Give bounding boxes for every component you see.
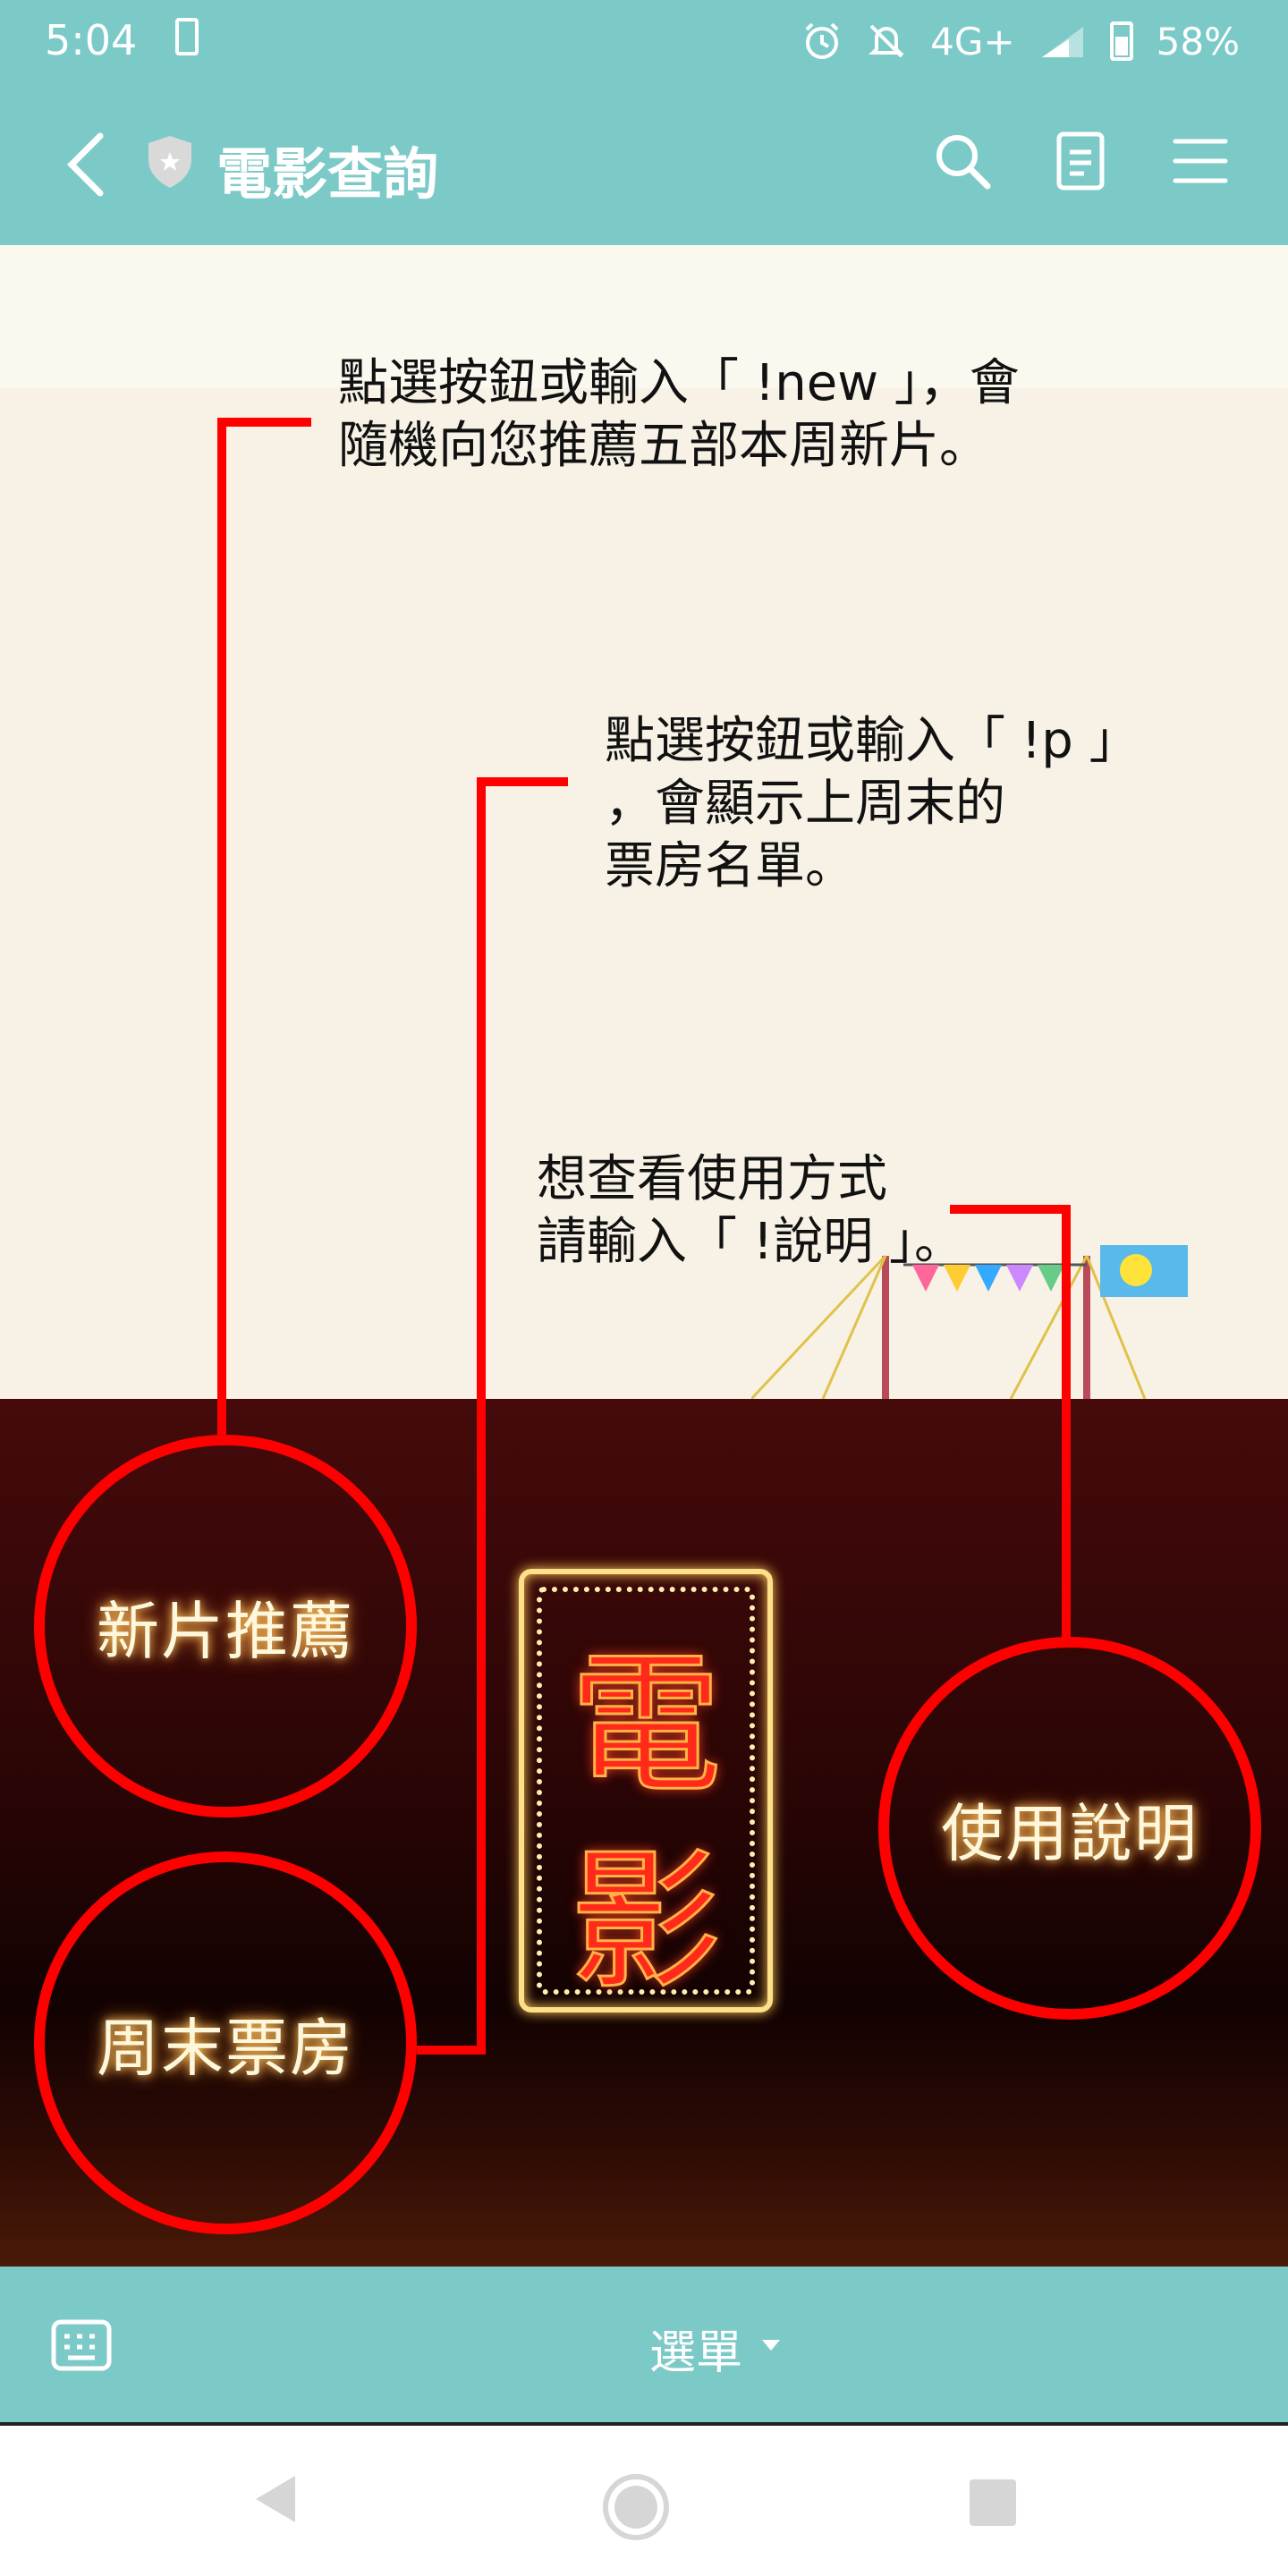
box-office-button[interactable]: 周末票房 xyxy=(34,1852,417,2234)
help-label: 使用說明 xyxy=(941,1796,1199,1870)
new-movies-button[interactable]: 新片推薦 xyxy=(34,1435,417,1818)
box-office-label: 周末票房 xyxy=(97,2011,354,2085)
status-bar: 5:04 4G+ 58% xyxy=(0,0,1288,82)
marquee-char-2: 影 xyxy=(568,1833,723,2012)
sim-icon xyxy=(175,18,199,55)
note-help: 想查看使用方式 請輸入「 !說明 」。 xyxy=(537,1150,965,1271)
menu-toggle-label[interactable]: 選單 xyxy=(649,2315,742,2382)
network-type: 4G+ xyxy=(930,19,1015,64)
back-icon[interactable] xyxy=(55,129,118,200)
caret-down-icon[interactable] xyxy=(762,2340,780,2351)
help-button[interactable]: 使用說明 xyxy=(878,1637,1261,2020)
rich-menu-panel: 點選按鈕或輸入「 !new 」，會 隨機向您推薦五部本周新片。 點選按鈕或輸入「… xyxy=(0,245,1288,2267)
keyboard-icon[interactable] xyxy=(50,2317,113,2374)
alarm-icon xyxy=(805,22,839,59)
chat-menu-bar: 選單 xyxy=(0,2267,1288,2426)
nav-back-icon[interactable] xyxy=(252,2472,299,2526)
notes-icon[interactable] xyxy=(1048,129,1113,193)
mute-icon xyxy=(869,24,905,58)
battery-percent: 58% xyxy=(1156,19,1240,64)
note-box-office: 點選按鈕或輸入「 !p 」 ，會顯示上周末的 票房名單。 xyxy=(605,712,1140,895)
system-nav-bar xyxy=(0,2426,1288,2576)
battery-icon xyxy=(1109,21,1133,61)
menu-icon[interactable] xyxy=(1168,129,1233,193)
nav-home-icon[interactable] xyxy=(601,2472,671,2542)
note-new-movies: 點選按鈕或輸入「 !new 」，會 隨機向您推薦五部本周新片。 xyxy=(338,354,1020,475)
status-time: 5:04 xyxy=(45,16,138,64)
signal-icon xyxy=(1041,27,1083,57)
chat-header: 電影查詢 xyxy=(0,82,1288,245)
marquee-char-1: 電 xyxy=(568,1636,723,1816)
shield-icon xyxy=(148,136,191,188)
nav-recents-icon[interactable] xyxy=(970,2479,1016,2526)
neon-marquee-sign: 電 影 xyxy=(519,1569,773,2012)
chat-title: 電影查詢 xyxy=(216,141,439,207)
new-movies-label: 新片推薦 xyxy=(97,1594,354,1668)
search-icon[interactable] xyxy=(930,129,995,193)
status-icons: 4G+ 58% xyxy=(801,16,1240,66)
